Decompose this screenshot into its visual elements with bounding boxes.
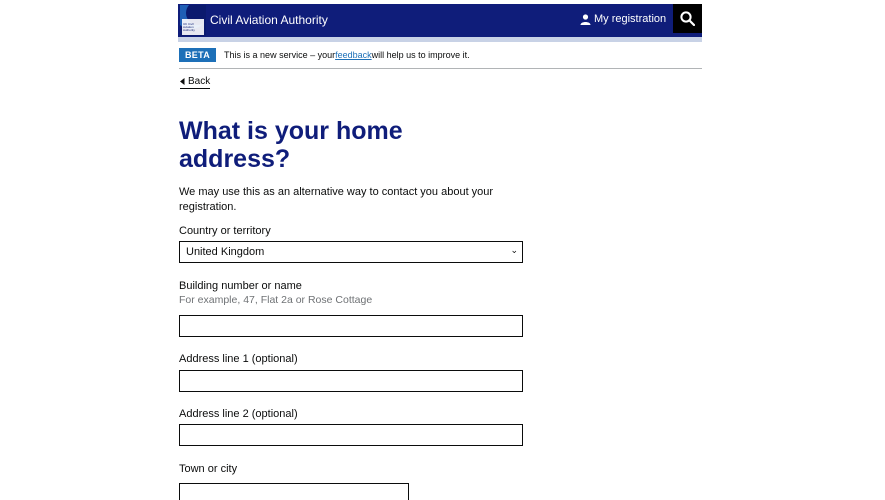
address-line-1-label: Address line 1 (optional) — [179, 353, 298, 365]
town-label: Town or city — [179, 463, 238, 475]
back-link-label: Back — [188, 76, 211, 87]
intro-text: We may use this as an alternative way to… — [179, 186, 494, 213]
building-input[interactable] — [179, 315, 523, 337]
building-hint: For example, 47, Flat 2a or Rose Cottage — [179, 294, 373, 306]
logo-text: UK Civil Aviation Authority — [183, 22, 195, 32]
page-title: What is your home address? — [179, 117, 403, 173]
back-link[interactable]: Back — [180, 76, 211, 89]
address-line-2-label: Address line 2 (optional) — [179, 408, 298, 420]
site-name[interactable]: Civil Aviation Authority — [210, 13, 328, 27]
back-arrow-icon — [180, 78, 185, 85]
caa-logo[interactable]: UK Civil Aviation Authority — [180, 5, 206, 36]
my-registration-label: My registration — [594, 13, 667, 25]
beta-tag: BETA — [179, 48, 217, 62]
country-select[interactable]: United Kingdom ⌄ — [179, 241, 523, 263]
header-underline — [178, 37, 702, 42]
beta-divider — [179, 68, 702, 69]
search-icon — [680, 11, 695, 26]
beta-text-after: will help us to improve it. — [371, 50, 470, 60]
building-label: Building number or name — [179, 280, 302, 292]
country-selected-value: United Kingdom — [186, 246, 265, 258]
feedback-link[interactable]: feedback — [335, 50, 372, 60]
country-label: Country or territory — [179, 225, 271, 237]
beta-text-before: This is a new service – your — [224, 50, 336, 60]
user-icon — [580, 13, 591, 25]
search-button[interactable] — [673, 4, 702, 33]
chevron-down-icon: ⌄ — [510, 245, 518, 255]
my-registration-link[interactable]: My registration — [580, 13, 666, 25]
town-input[interactable] — [179, 483, 409, 500]
address-line-1-input[interactable] — [179, 370, 523, 392]
beta-banner: BETA This is a new service – your feedba… — [179, 48, 470, 62]
address-line-2-input[interactable] — [179, 424, 523, 446]
